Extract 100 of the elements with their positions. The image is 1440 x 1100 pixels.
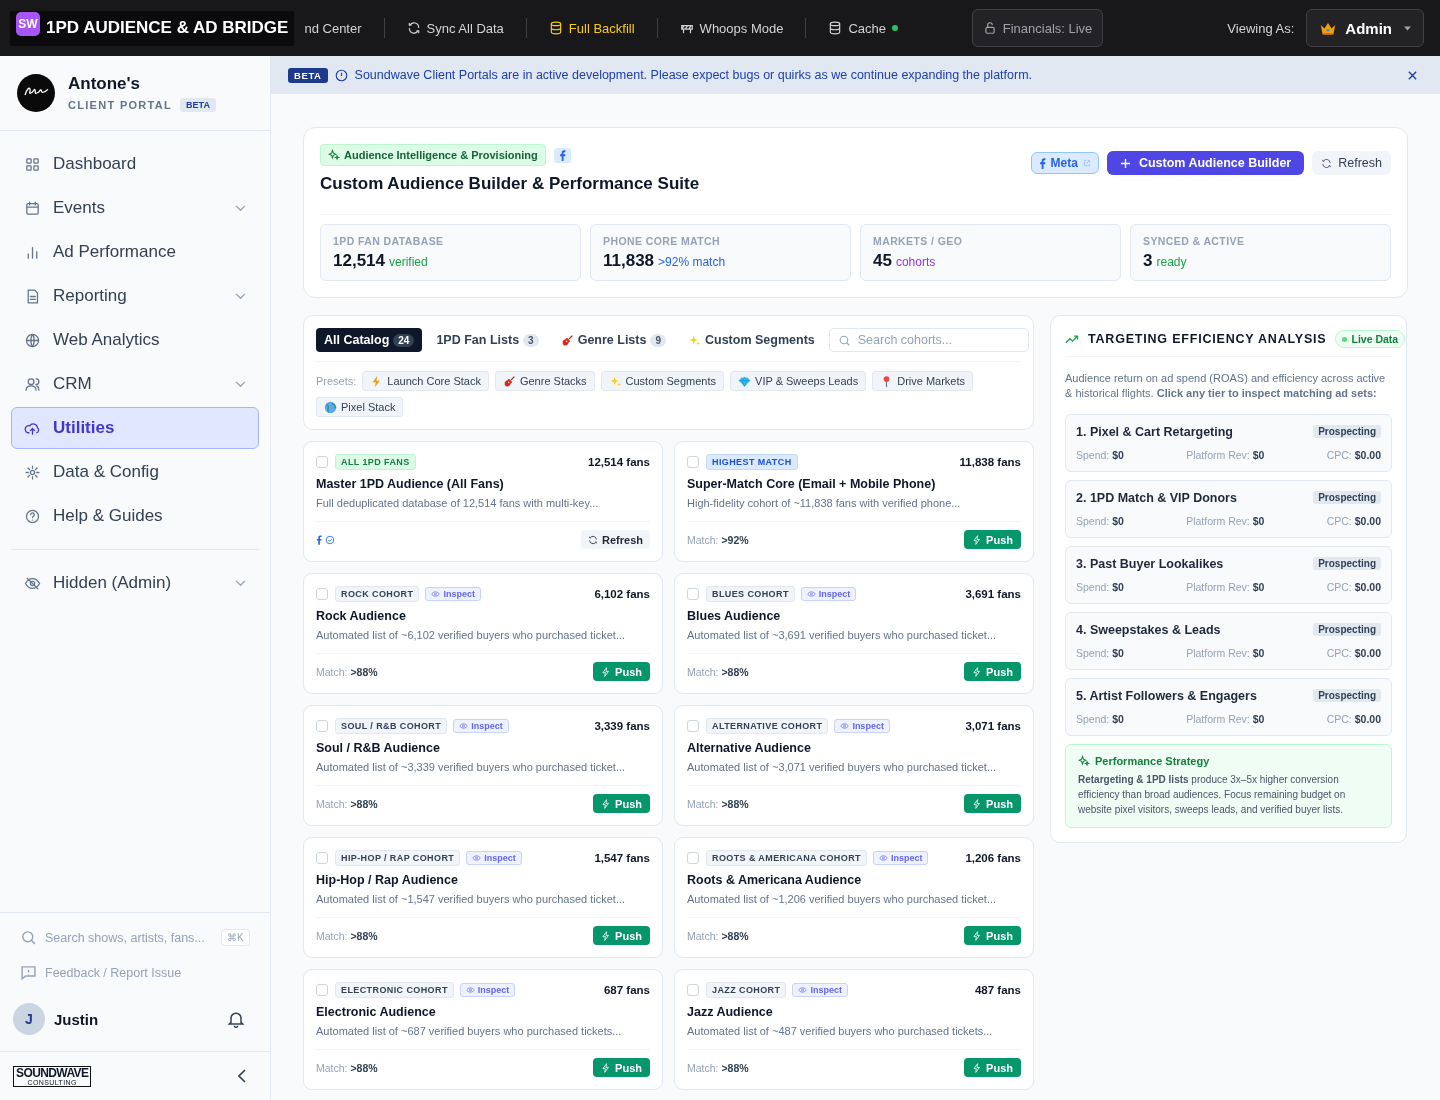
- push-button[interactable]: Push: [593, 926, 650, 945]
- match-rate: Match: >88%: [687, 665, 749, 678]
- fan-count: 3,691 fans: [965, 588, 1021, 600]
- push-button[interactable]: Push: [964, 530, 1021, 549]
- push-button[interactable]: Push: [964, 1058, 1021, 1077]
- inspect-button[interactable]: Inspect: [425, 587, 481, 601]
- count-badge: 3: [523, 333, 539, 347]
- preset-chip[interactable]: Drive Markets: [872, 371, 974, 391]
- cohort-title: Super-Match Core (Email + Mobile Phone): [687, 477, 937, 491]
- stat-note: ready: [1156, 255, 1187, 269]
- search-field[interactable]: Search shows, artists, fans...: [45, 930, 213, 945]
- stat-label: PHONE CORE MATCH: [603, 235, 722, 247]
- fan-count: 687 fans: [603, 984, 650, 996]
- meta-button[interactable]: Meta: [1030, 152, 1099, 174]
- sidebar-item[interactable]: CRM: [11, 363, 259, 405]
- sidebar-item[interactable]: Utilities: [11, 407, 259, 449]
- inspect-button[interactable]: Inspect: [792, 983, 848, 997]
- tier-tag: Prospecting: [1313, 491, 1381, 505]
- fan-count: 12,514 fans: [588, 456, 650, 468]
- inspect-button[interactable]: Inspect: [453, 719, 509, 733]
- cohort-tag: SOUL / R&B COHORT: [335, 718, 448, 734]
- preset-chip[interactable]: Pixel Stack: [316, 397, 404, 417]
- tab[interactable]: Custom Segments: [680, 328, 823, 352]
- stat-value: 12,514: [333, 251, 385, 271]
- cohort-description: Automated list of ~1,206 verified buyers who purchased ticket...: [687, 893, 998, 905]
- sidebar-item[interactable]: Dashboard: [11, 143, 259, 185]
- cohort-tag: JAZZ COHORT: [706, 982, 787, 998]
- push-button[interactable]: Push: [964, 926, 1021, 945]
- builder-button[interactable]: Custom Audience Builder: [1106, 151, 1305, 175]
- tier-name: 3. Past Buyer Lookalikes: [1076, 556, 1224, 571]
- inspect-button[interactable]: Inspect: [800, 587, 857, 601]
- fan-count: 1,547 fans: [594, 852, 650, 864]
- nav-link[interactable]: Sync All Data: [398, 16, 512, 40]
- tier-tag: Prospecting: [1313, 689, 1381, 703]
- cohort-description: Automated list of ~3,691 verified buyers who purchased ticket...: [687, 629, 998, 641]
- inspect-button[interactable]: Inspect: [872, 851, 929, 865]
- section-badge: Audience Intelligence & Provisioning: [320, 144, 546, 166]
- banner-message: Soundwave Client Portals are in active development. Please expect bugs or quirks as we continue expanding the platform.: [354, 68, 1034, 82]
- financials-button[interactable]: Financials: Live: [971, 9, 1104, 47]
- cohort-description: High-fidelity cohort of ~11,838 fans with verified phone...: [687, 497, 962, 509]
- shortcut-key: ⌘K: [221, 929, 250, 946]
- tier-card[interactable]: 5. Artist Followers & Engagers Prospecting Spend: $0 Platform Rev: $0 CPC: $0.00: [1065, 677, 1392, 736]
- tier-metric: Platform Rev: $0: [1186, 448, 1265, 461]
- cohort-description: Automated list of ~6,102 verified buyers who purchased ticket...: [316, 629, 627, 641]
- refresh-button[interactable]: Refresh: [581, 530, 650, 549]
- tier-card[interactable]: 3. Past Buyer Lookalikes Prospecting Spend: $0 Platform Rev: $0 CPC: $0.00: [1065, 545, 1392, 604]
- panel-title: TARGETING EFFICIENCY ANALYSIS: [1088, 332, 1327, 346]
- tier-metric: CPC: $0.00: [1326, 580, 1381, 593]
- push-button[interactable]: Push: [964, 794, 1021, 813]
- tab[interactable]: All Catalog 24: [316, 328, 423, 352]
- tier-metric: CPC: $0.00: [1326, 514, 1381, 527]
- push-button[interactable]: Push: [593, 1058, 650, 1077]
- cohort-tag: ROOTS & AMERICANA COHORT: [706, 850, 867, 866]
- fan-count: 1,206 fans: [965, 852, 1021, 864]
- sidebar-item[interactable]: Events: [11, 187, 259, 229]
- refresh-button[interactable]: Refresh: [1312, 151, 1391, 175]
- preset-chip[interactable]: Genre Stacks: [494, 371, 595, 391]
- cohort-description: Automated list of ~3,071 verified buyers who purchased ticket...: [687, 761, 998, 773]
- cohort-title: Master 1PD Audience (All Fans): [316, 477, 505, 491]
- tab[interactable]: Genre Lists 9: [552, 328, 674, 352]
- push-button[interactable]: Push: [593, 662, 650, 681]
- preset-chip[interactable]: Custom Segments: [600, 371, 725, 391]
- nav-link[interactable]: Full Backfill: [540, 16, 643, 40]
- push-button[interactable]: Push: [593, 794, 650, 813]
- nav-link[interactable]: Whoops Mode: [671, 16, 792, 40]
- sidebar-item[interactable]: Ad Performance: [11, 231, 259, 273]
- role-dropdown[interactable]: Admin: [1306, 9, 1424, 47]
- sidebar-item[interactable]: Reporting: [11, 275, 259, 317]
- portal-label: CLIENT PORTAL: [68, 99, 173, 111]
- inspect-button[interactable]: Inspect: [466, 851, 522, 865]
- sidebar-item[interactable]: Hidden (Admin): [11, 562, 259, 604]
- search-field[interactable]: Search cohorts...: [828, 328, 1029, 352]
- cohort-description: Automated list of ~1,547 verified buyers who purchased ticket...: [316, 893, 627, 905]
- sidebar-item[interactable]: Web Analytics: [11, 319, 259, 361]
- sidebar-item[interactable]: Data & Config: [11, 451, 259, 493]
- stat-note: cohorts: [895, 255, 936, 269]
- tier-card[interactable]: 1. Pixel & Cart Retargeting Prospecting Spend: $0 Platform Rev: $0 CPC: $0.00: [1065, 413, 1392, 472]
- nav-link[interactable]: nd Center: [296, 16, 370, 40]
- tier-metric: Platform Rev: $0: [1186, 580, 1265, 593]
- stat-value: 3: [1143, 251, 1153, 271]
- inspect-button[interactable]: Inspect: [459, 983, 516, 997]
- tier-metric: Spend: $0: [1076, 514, 1124, 527]
- tier-metric: Platform Rev: $0: [1186, 712, 1265, 725]
- push-button[interactable]: Push: [964, 662, 1021, 681]
- nav-link[interactable]: Cache: [820, 16, 906, 40]
- tab[interactable]: 1PD Fan Lists 3: [428, 328, 547, 352]
- fan-count: 487 fans: [974, 984, 1021, 996]
- viewing-as-label: Viewing As:: [1227, 20, 1295, 36]
- user-name: Justin: [54, 1010, 100, 1028]
- match-rate: Match: >88%: [687, 1061, 749, 1074]
- preset-chip[interactable]: Launch Core Stack: [362, 371, 489, 391]
- cohort-title: Roots & Americana Audience: [687, 873, 863, 887]
- preset-chip[interactable]: VIP & Sweeps Leads: [730, 371, 867, 391]
- tier-name: 4. Sweepstakes & Leads: [1076, 622, 1221, 637]
- tier-card[interactable]: 2. 1PD Match & VIP Donors Prospecting Spend: $0 Platform Rev: $0 CPC: $0.00: [1065, 479, 1392, 538]
- sidebar-item[interactable]: Help & Guides: [11, 495, 259, 537]
- count-badge: 24: [393, 333, 415, 347]
- cohort-description: Automated list of ~3,339 verified buyers who purchased ticket...: [316, 761, 627, 773]
- inspect-button[interactable]: Inspect: [834, 719, 890, 733]
- tier-card[interactable]: 4. Sweepstakes & Leads Prospecting Spend: $0 Platform Rev: $0 CPC: $0.00: [1065, 611, 1392, 670]
